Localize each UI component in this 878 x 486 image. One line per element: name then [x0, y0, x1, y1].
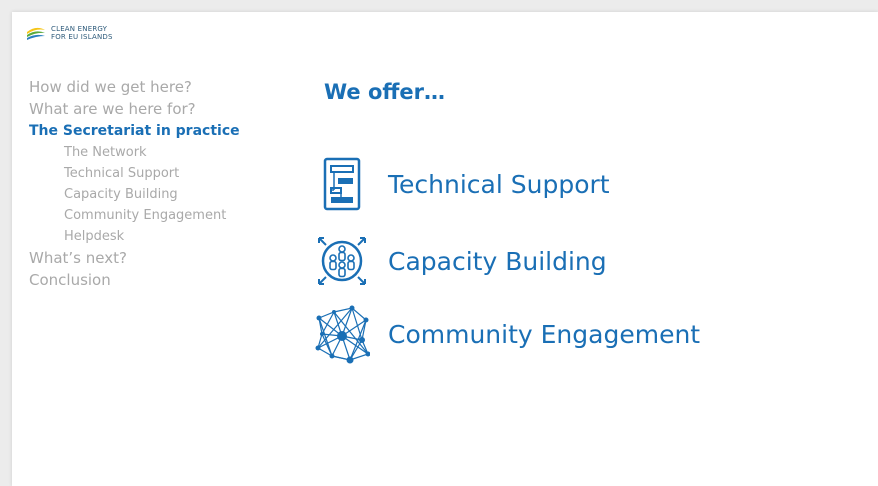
slide-title: We offer…: [324, 80, 446, 104]
agenda-item-conclusion[interactable]: Conclusion: [29, 269, 269, 291]
agenda-subitem-technical-support[interactable]: Technical Support: [29, 163, 269, 184]
agenda-sidebar: How did we get here? What are we here fo…: [29, 76, 269, 291]
people-group-expand-icon: [318, 237, 366, 285]
agenda-item-how-did-we-get-here[interactable]: How did we get here?: [29, 76, 269, 98]
offer-label-technical-support: Technical Support: [388, 169, 610, 199]
offer-technical-support: Technical Support: [312, 154, 610, 214]
flowchart-document-icon: [323, 157, 361, 211]
logo-icon: [27, 27, 45, 40]
logo: CLEAN ENERGY FOR EU ISLANDS: [26, 25, 113, 41]
offer-label-community-engagement: Community Engagement: [388, 319, 701, 349]
offer-community-engagement: Community Engagement: [312, 304, 700, 364]
network-nodes-icon: [315, 305, 370, 364]
offer-capacity-building: Capacity Building: [312, 231, 607, 291]
logo-line-1: CLEAN ENERGY: [51, 25, 108, 33]
agenda-item-secretariat-in-practice[interactable]: The Secretariat in practice: [29, 120, 269, 142]
offer-label-capacity-building: Capacity Building: [388, 246, 607, 276]
agenda-item-whats-next[interactable]: What’s next?: [29, 247, 269, 269]
logo-line-2: FOR EU ISLANDS: [51, 33, 113, 41]
agenda-subitem-helpdesk[interactable]: Helpdesk: [29, 226, 269, 247]
agenda-item-what-are-we-here-for[interactable]: What are we here for?: [29, 98, 269, 120]
slide: CLEAN ENERGY FOR EU ISLANDS How did we g…: [12, 12, 878, 486]
agenda-subitem-capacity-building[interactable]: Capacity Building: [29, 184, 269, 205]
agenda-subitem-community-engagement[interactable]: Community Engagement: [29, 205, 269, 226]
agenda-subitem-the-network[interactable]: The Network: [29, 142, 269, 163]
